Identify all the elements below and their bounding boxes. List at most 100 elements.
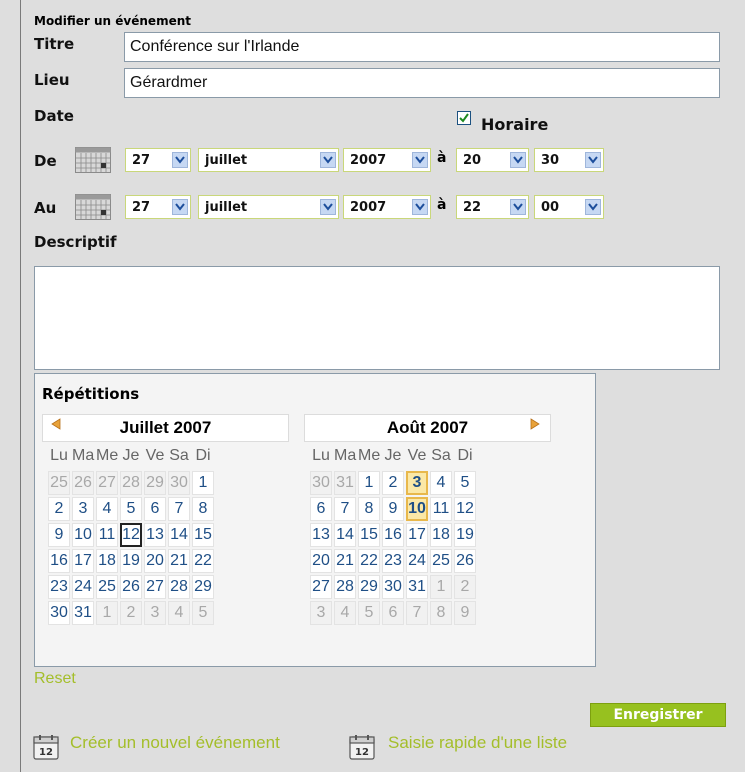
save-button[interactable]: Enregistrer	[590, 703, 726, 727]
calendar-day[interactable]: 26	[120, 575, 142, 599]
calendar-day[interactable]: 9	[382, 497, 404, 521]
calendar-day[interactable]: 22	[192, 549, 214, 573]
calendar-day[interactable]: 9	[48, 523, 70, 547]
horaire-checkbox[interactable]	[457, 111, 471, 125]
next-month-arrow-icon[interactable]	[529, 418, 541, 430]
from-day-select[interactable]: 27	[125, 148, 191, 172]
calendar-day[interactable]: 31	[72, 601, 94, 625]
place-input[interactable]: Gérardmer	[124, 68, 720, 98]
to-day-select[interactable]: 27	[125, 195, 191, 219]
calendar-icon[interactable]: 12	[32, 733, 60, 761]
calendar-day[interactable]: 20	[310, 549, 332, 573]
calendar-day[interactable]: 27	[310, 575, 332, 599]
calendar-day[interactable]: 29	[358, 575, 380, 599]
calendar-picker-icon[interactable]	[75, 194, 111, 220]
calendar-day[interactable]: 25	[96, 575, 118, 599]
calendar-day[interactable]: 13	[144, 523, 166, 547]
calendar-day[interactable]: 28	[334, 575, 356, 599]
reset-link[interactable]: Reset	[34, 670, 76, 688]
quick-list-link[interactable]: Saisie rapide d'une liste	[388, 733, 567, 753]
calendar-icon[interactable]: 12	[348, 733, 376, 761]
calendar-day[interactable]: 20	[144, 549, 166, 573]
calendar-day[interactable]: 10	[72, 523, 94, 547]
calendar-day[interactable]: 8	[192, 497, 214, 521]
calendar-day[interactable]: 21	[168, 549, 190, 573]
calendar-day[interactable]: 16	[382, 523, 404, 547]
calendar-day[interactable]: 3	[144, 601, 166, 625]
calendar-day[interactable]: 5	[120, 497, 142, 521]
calendar-day[interactable]: 21	[334, 549, 356, 573]
description-textarea[interactable]	[34, 266, 720, 370]
calendar-day[interactable]: 15	[358, 523, 380, 547]
calendar-day[interactable]: 11	[430, 497, 452, 521]
calendar-day[interactable]: 14	[334, 523, 356, 547]
calendar-day[interactable]: 24	[406, 549, 428, 573]
calendar-day[interactable]: 25	[48, 471, 70, 495]
calendar-day[interactable]: 22	[358, 549, 380, 573]
from-minute-select[interactable]: 30	[534, 148, 604, 172]
calendar-day[interactable]: 26	[72, 471, 94, 495]
calendar-day[interactable]: 26	[454, 549, 476, 573]
calendar-day[interactable]: 6	[144, 497, 166, 521]
calendar-day[interactable]: 24	[72, 575, 94, 599]
calendar-day[interactable]: 2	[120, 601, 142, 625]
to-year-select[interactable]: 2007	[343, 195, 431, 219]
calendar-day[interactable]: 1	[96, 601, 118, 625]
calendar-day[interactable]: 16	[48, 549, 70, 573]
calendar-day[interactable]: 19	[454, 523, 476, 547]
calendar-day[interactable]: 2	[48, 497, 70, 521]
from-hour-select[interactable]: 20	[456, 148, 529, 172]
calendar-day[interactable]: 10	[406, 497, 428, 521]
to-hour-select[interactable]: 22	[456, 195, 529, 219]
calendar-day[interactable]: 31	[406, 575, 428, 599]
from-year-select[interactable]: 2007	[343, 148, 431, 172]
calendar-day[interactable]: 6	[310, 497, 332, 521]
calendar-day[interactable]: 14	[168, 523, 190, 547]
calendar-day[interactable]: 28	[168, 575, 190, 599]
calendar-day[interactable]: 7	[334, 497, 356, 521]
calendar-day[interactable]: 30	[48, 601, 70, 625]
calendar-day[interactable]: 25	[430, 549, 452, 573]
calendar-day[interactable]: 11	[96, 523, 118, 547]
calendar-day[interactable]: 18	[96, 549, 118, 573]
calendar-day[interactable]: 18	[430, 523, 452, 547]
calendar-day[interactable]: 3	[72, 497, 94, 521]
calendar-day[interactable]: 17	[72, 549, 94, 573]
calendar-day[interactable]: 19	[120, 549, 142, 573]
calendar-day[interactable]: 30	[310, 471, 332, 495]
calendar-day[interactable]: 28	[120, 471, 142, 495]
calendar-day[interactable]: 4	[334, 601, 356, 625]
calendar-day[interactable]: 31	[334, 471, 356, 495]
calendar-day[interactable]: 3	[406, 471, 428, 495]
calendar-day[interactable]: 29	[144, 471, 166, 495]
calendar-day[interactable]: 9	[454, 601, 476, 625]
calendar-day[interactable]: 8	[430, 601, 452, 625]
calendar-day[interactable]: 8	[358, 497, 380, 521]
calendar-day[interactable]: 15	[192, 523, 214, 547]
calendar-day[interactable]: 12	[454, 497, 476, 521]
to-month-select[interactable]: juillet	[198, 195, 339, 219]
calendar-day[interactable]: 7	[406, 601, 428, 625]
from-month-select[interactable]: juillet	[198, 148, 339, 172]
calendar-day[interactable]: 27	[144, 575, 166, 599]
calendar-day[interactable]: 4	[430, 471, 452, 495]
to-minute-select[interactable]: 00	[534, 195, 604, 219]
calendar-day[interactable]: 5	[192, 601, 214, 625]
calendar-day[interactable]: 1	[430, 575, 452, 599]
calendar-day[interactable]: 2	[382, 471, 404, 495]
prev-month-arrow-icon[interactable]	[50, 418, 62, 430]
calendar-day[interactable]: 30	[168, 471, 190, 495]
new-event-link[interactable]: Créer un nouvel événement	[70, 733, 280, 753]
title-input[interactable]: Conférence sur l'Irlande	[124, 32, 720, 62]
calendar-day[interactable]: 7	[168, 497, 190, 521]
calendar-day[interactable]: 4	[96, 497, 118, 521]
calendar-day[interactable]: 3	[310, 601, 332, 625]
calendar-day[interactable]: 17	[406, 523, 428, 547]
calendar-day[interactable]: 1	[358, 471, 380, 495]
calendar-day[interactable]: 13	[310, 523, 332, 547]
calendar-day[interactable]: 23	[382, 549, 404, 573]
calendar-day[interactable]: 1	[192, 471, 214, 495]
calendar-day[interactable]: 30	[382, 575, 404, 599]
calendar-day[interactable]: 4	[168, 601, 190, 625]
calendar-day[interactable]: 23	[48, 575, 70, 599]
